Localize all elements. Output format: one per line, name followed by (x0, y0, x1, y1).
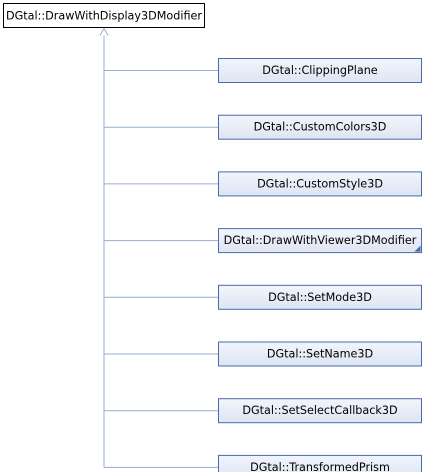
derived-class-label: DGtal::ClippingPlane (262, 64, 378, 77)
derived-class-label: DGtal::CustomColors3D (254, 121, 387, 134)
derived-class-label: DGtal::DrawWithViewer3DModifier (224, 234, 417, 247)
inheritance-edges (99, 27, 219, 468)
inheritance-arrowhead (99, 27, 109, 36)
derived-class-node[interactable]: DGtal::SetMode3D (218, 284, 422, 310)
base-class-node[interactable]: DGtal::DrawWithDisplay3DModifier (3, 3, 205, 28)
base-class-label: DGtal::DrawWithDisplay3DModifier (6, 10, 202, 23)
derived-class-nodes: DGtal::ClippingPlaneDGtal::CustomColors3… (218, 58, 422, 472)
derived-class-node[interactable]: DGtal::SetName3D (218, 341, 422, 367)
derived-class-label: DGtal::TransformedPrism (250, 461, 390, 472)
inheritance-diagram: DGtal::DrawWithDisplay3DModifier DGtal::… (3, 3, 422, 472)
derived-class-label: DGtal::SetSelectCallback3D (242, 404, 397, 417)
derived-class-node[interactable]: DGtal::DrawWithViewer3DModifier (218, 228, 422, 254)
derived-class-node[interactable]: DGtal::ClippingPlane (218, 58, 422, 83)
derived-class-node[interactable]: DGtal::TransformedPrism (218, 454, 422, 472)
derived-class-label: DGtal::CustomStyle3D (257, 177, 383, 190)
derived-class-label: DGtal::SetMode3D (268, 291, 372, 304)
derived-class-node[interactable]: DGtal::SetSelectCallback3D (218, 398, 422, 424)
derived-class-label: DGtal::SetName3D (267, 348, 373, 361)
derived-class-node[interactable]: DGtal::CustomStyle3D (218, 171, 422, 197)
derived-class-node[interactable]: DGtal::CustomColors3D (218, 114, 422, 140)
